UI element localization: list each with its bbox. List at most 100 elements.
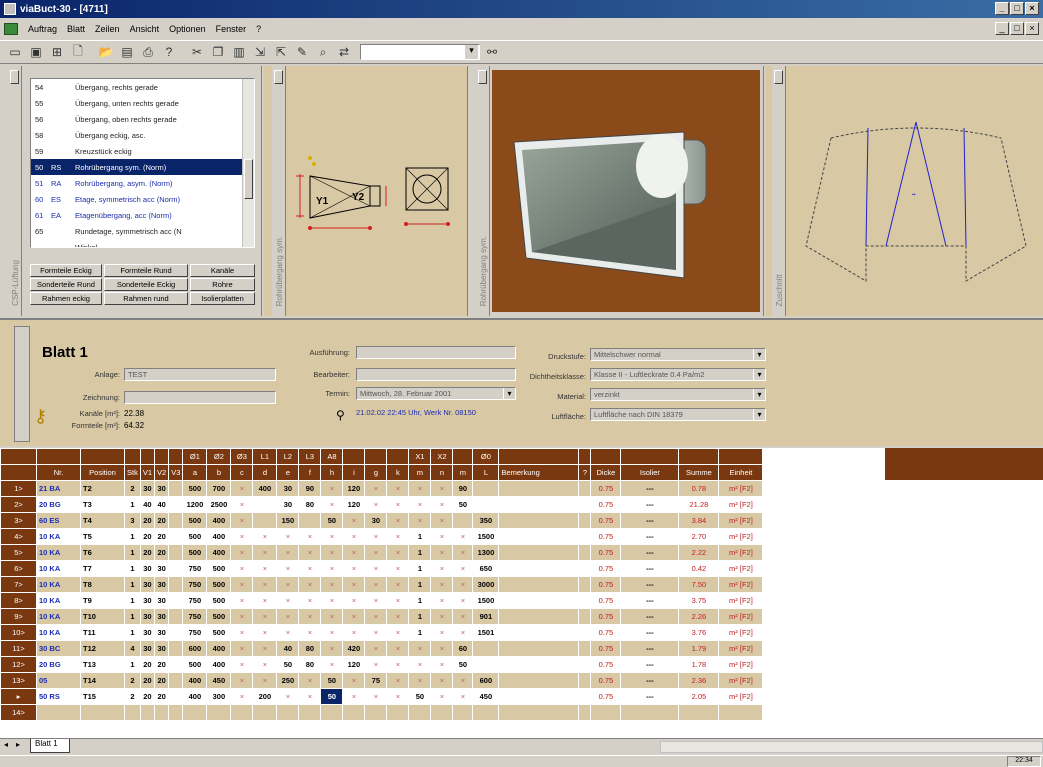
grid-cell-pos[interactable]: T12 (80, 640, 125, 657)
grid-cell-c[interactable]: × (230, 592, 254, 609)
grid-cell-rh[interactable]: 3> (0, 512, 37, 529)
grid-column-header[interactable]: f (298, 464, 322, 481)
grid-cell-g[interactable]: × (364, 528, 388, 545)
grid-cell-a[interactable]: 500 (182, 544, 208, 561)
grid-cell-m[interactable]: 60 (452, 640, 474, 657)
grid-cell-v1[interactable]: 20 (139, 672, 156, 689)
grid-cell-e[interactable]: 50 (276, 656, 300, 673)
menu-fenster[interactable]: Fenster (216, 24, 247, 34)
grid-column-header[interactable]: Dicke (590, 464, 622, 481)
grid-cell-dicke[interactable]: 0.75 (590, 624, 622, 641)
grid-cell-a[interactable] (182, 704, 208, 721)
table-row[interactable]: 3> 60 ES T4 3 20 20 500 400 × 150 50 × 30 × × × 350 0.75-… (0, 512, 764, 529)
grid-column-header[interactable]: c (230, 464, 254, 481)
grid-cell-x2[interactable] (430, 704, 454, 721)
grid-cell-einheit[interactable]: m² [F2] (718, 624, 764, 641)
grid-cell-nr[interactable]: 21 BA (36, 480, 81, 497)
grid-cell-L[interactable] (472, 480, 500, 497)
grid-cell-g[interactable]: 75 (364, 672, 388, 689)
menu-zeilen[interactable]: Zeilen (95, 24, 120, 34)
grid-cell-einheit[interactable]: m² [F2] (718, 656, 764, 673)
grid-header-top[interactable] (124, 448, 141, 465)
menu-help[interactable]: ? (256, 24, 261, 34)
grid-header-top[interactable] (386, 448, 410, 465)
grid-cell-f[interactable] (298, 512, 322, 529)
grid-cell-q[interactable] (578, 656, 592, 673)
grid-cell-a[interactable]: 750 (182, 560, 208, 577)
grid-cell-m[interactable]: × (452, 560, 474, 577)
grid-cell-v1[interactable]: 30 (139, 640, 156, 657)
delete-row-icon[interactable]: ⇱ (272, 43, 290, 61)
grid-cell-dicke[interactable]: 0.75 (590, 576, 622, 593)
grid-cell-a[interactable]: 500 (182, 656, 208, 673)
grid-cell-v3[interactable] (168, 576, 184, 593)
grid-cell-v3[interactable] (168, 512, 184, 529)
grid-cell-bem[interactable] (498, 576, 580, 593)
formteile-eckig-button[interactable]: Formteile Eckig (30, 264, 102, 277)
grid-cell-h[interactable]: 50 (320, 512, 344, 529)
grid-cell-c[interactable]: × (230, 672, 254, 689)
minimize-button[interactable]: _ (995, 2, 1009, 15)
grid-cell-summe[interactable]: 3.76 (678, 624, 720, 641)
grid-cell-g[interactable]: × (364, 480, 388, 497)
grid-cell-d[interactable]: × (252, 656, 278, 673)
grid-header-top[interactable] (620, 448, 680, 465)
print-icon[interactable]: ⎙ (139, 43, 157, 61)
grid-cell-k[interactable]: × (386, 624, 410, 641)
grid-cell-x2[interactable]: × (430, 656, 454, 673)
table-row[interactable]: 14> (0, 704, 764, 721)
grid-cell-m[interactable]: × (452, 528, 474, 545)
open-icon[interactable]: 📂 (97, 43, 115, 61)
grid-cell-dicke[interactable]: 0.75 (590, 656, 622, 673)
grid-cell-x1[interactable]: 50 (408, 688, 432, 705)
grid-cell-v1[interactable]: 30 (139, 624, 156, 641)
grid-cell-e[interactable]: × (276, 544, 300, 561)
grid-cell-nr[interactable]: 30 BC (36, 640, 81, 657)
grid-cell-rh[interactable]: 10> (0, 624, 37, 641)
grid-cell-stk[interactable]: 1 (124, 496, 141, 513)
grid-cell-f[interactable]: 80 (298, 656, 322, 673)
grid-cell-h[interactable]: × (320, 656, 344, 673)
grid-cell-i[interactable]: × (342, 592, 366, 609)
grid-cell-q[interactable] (578, 512, 592, 529)
grid-cell-c[interactable]: × (230, 528, 254, 545)
grid-cell-h[interactable]: 50 (320, 672, 344, 689)
grid-cell-x1[interactable]: 1 (408, 560, 432, 577)
edit-icon[interactable]: ✎ (293, 43, 311, 61)
grid-cell-L[interactable] (472, 656, 500, 673)
grid-cell-c[interactable]: × (230, 640, 254, 657)
grid-cell-summe[interactable]: 2.36 (678, 672, 720, 689)
parts-list-item[interactable]: 54 Übergang, rechts gerade (31, 79, 254, 95)
grid-cell-einheit[interactable] (718, 704, 764, 721)
grid-cell-bem[interactable] (498, 640, 580, 657)
grid-cell-e[interactable]: × (276, 560, 300, 577)
grid-cell-pos[interactable]: T3 (80, 496, 125, 513)
ausfuehrung-field[interactable] (356, 346, 516, 359)
tab-prev-button[interactable]: ◂ (4, 740, 14, 752)
grid-cell-nr[interactable]: 10 KA (36, 608, 81, 625)
grid-cell-dicke[interactable]: 0.75 (590, 544, 622, 561)
grid-cell-summe[interactable]: 1.79 (678, 640, 720, 657)
grid-column-header[interactable]: Nr. (36, 464, 81, 481)
grid-cell-h[interactable]: × (320, 640, 344, 657)
grid-column-header[interactable]: e (276, 464, 300, 481)
grid-cell-i[interactable]: × (342, 672, 366, 689)
grid-cell-bem[interactable] (498, 512, 580, 529)
parts-list-scrollbar[interactable] (242, 79, 254, 247)
grid-header-top[interactable] (452, 448, 474, 465)
grid-header-top[interactable]: Ø1 (182, 448, 208, 465)
grid-cell-v3[interactable] (168, 528, 184, 545)
grid-column-header[interactable]: m (452, 464, 474, 481)
grid-cell-v3[interactable] (168, 592, 184, 609)
menu-optionen[interactable]: Optionen (169, 24, 206, 34)
grid-cell-d[interactable]: × (252, 672, 278, 689)
grid-cell-a[interactable]: 750 (182, 576, 208, 593)
grid-cell-rh[interactable]: 12> (0, 656, 37, 673)
grid-cell-v1[interactable]: 30 (139, 576, 156, 593)
grid-header-top[interactable] (168, 448, 184, 465)
grid-cell-m[interactable]: × (452, 672, 474, 689)
grid-cell-q[interactable] (578, 576, 592, 593)
grid-cell-v3[interactable] (168, 560, 184, 577)
grid-cell-e[interactable] (276, 704, 300, 721)
grid-cell-stk[interactable]: 1 (124, 528, 141, 545)
